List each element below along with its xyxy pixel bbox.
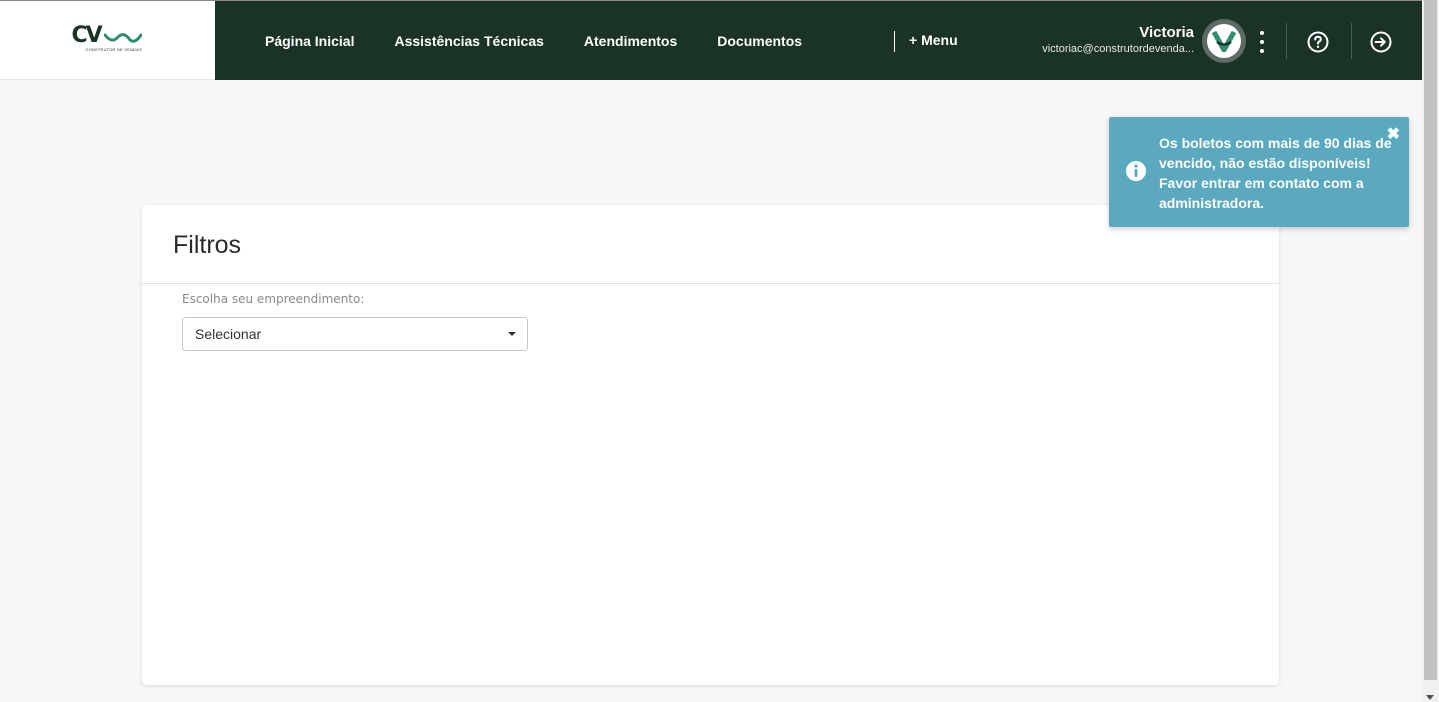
user-email: victoriac@construtordevenda... xyxy=(1042,43,1194,55)
scrollbar[interactable] xyxy=(1422,0,1439,702)
scrollbar-thumb[interactable] xyxy=(1424,0,1437,680)
logo-tagline: CONSTRUTOR DE VENDAS xyxy=(85,47,142,52)
brand-logo: CV CONSTRUTOR DE VENDAS xyxy=(71,23,144,55)
nav-item-services[interactable]: Atendimentos xyxy=(564,33,697,49)
logout-icon[interactable] xyxy=(1369,30,1393,54)
logo-text: CV xyxy=(71,23,103,48)
nav-item-home[interactable]: Página Inicial xyxy=(245,33,374,49)
top-header: CV CONSTRUTOR DE VENDAS Página Inicial A… xyxy=(0,0,1422,80)
filters-card: Filtros Escolha seu empreendimento: Sele… xyxy=(142,205,1279,685)
kebab-menu-icon[interactable] xyxy=(1252,29,1272,55)
toast-message: Os boletos com mais de 90 dias de vencid… xyxy=(1159,135,1392,211)
info-toast: Os boletos com mais de 90 dias de vencid… xyxy=(1109,117,1409,227)
info-icon xyxy=(1125,160,1147,182)
enterprise-select[interactable]: Selecionar xyxy=(182,317,528,351)
user-name: Victoria xyxy=(1139,24,1194,41)
user-info[interactable]: Victoria victoriac@construtordevenda... xyxy=(1042,24,1194,56)
page: CV CONSTRUTOR DE VENDAS Página Inicial A… xyxy=(0,0,1439,702)
header-separator xyxy=(1351,23,1352,59)
close-icon[interactable]: ✖ xyxy=(1387,127,1400,143)
card-divider xyxy=(142,283,1279,284)
caret-down-icon xyxy=(508,332,516,336)
logo-box[interactable]: CV CONSTRUTOR DE VENDAS xyxy=(0,1,215,80)
select-value: Selecionar xyxy=(195,326,262,342)
nav-item-technical-assistance[interactable]: Assistências Técnicas xyxy=(374,33,563,49)
main-nav: Página Inicial Assistências Técnicas Ate… xyxy=(215,1,822,80)
enterprise-field-label: Escolha seu empreendimento: xyxy=(182,292,365,306)
nav-item-documents[interactable]: Documentos xyxy=(697,33,822,49)
page-title: Filtros xyxy=(173,231,242,259)
help-icon[interactable] xyxy=(1306,30,1330,54)
header-separator xyxy=(1286,23,1287,59)
avatar-logo-icon xyxy=(1207,24,1241,58)
avatar[interactable] xyxy=(1202,19,1246,63)
nav-divider xyxy=(894,31,895,52)
more-menu-button[interactable]: + Menu xyxy=(909,32,958,48)
logo-wave-icon xyxy=(103,33,142,43)
scroll-down-arrow-icon[interactable] xyxy=(1426,695,1434,700)
